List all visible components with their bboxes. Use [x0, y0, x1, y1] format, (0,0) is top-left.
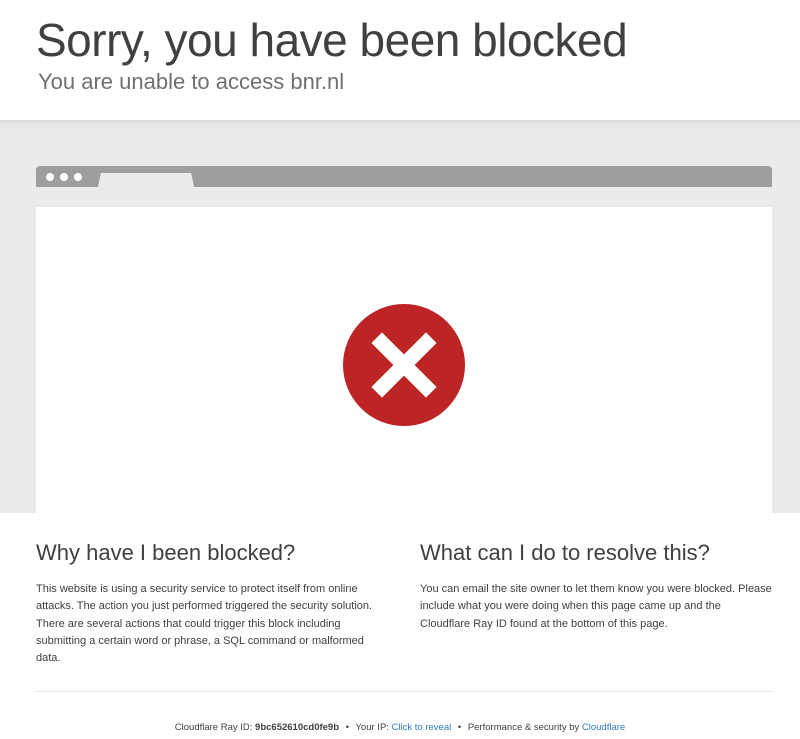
ip-label: Your IP:	[355, 722, 389, 734]
window-dot-icon	[74, 173, 82, 181]
performance-label: Performance & security by	[467, 722, 580, 734]
footer-divider	[36, 691, 772, 693]
illustration-band	[0, 120, 800, 513]
resolve-column: What can I do to resolve this? You can e…	[420, 537, 772, 667]
browser-tab	[98, 173, 194, 187]
window-dot-icon	[46, 173, 54, 181]
error-x-icon	[343, 304, 465, 426]
browser-illustration	[36, 166, 772, 513]
footer: Cloudflare Ray ID: 9bc652610cd0fe9b • Yo…	[0, 722, 800, 733]
page-title: Sorry, you have been blocked	[36, 14, 628, 66]
window-dot-icon	[60, 173, 68, 181]
footer-separator: •	[457, 722, 462, 734]
resolve-text: You can email the site owner to let them…	[420, 583, 772, 630]
page-header: Sorry, you have been blocked You are una…	[0, 0, 800, 120]
explanation-section: Why have I been blocked? This website is…	[0, 513, 800, 667]
footer-separator: •	[345, 722, 349, 734]
ray-id-label: Cloudflare Ray ID:	[174, 722, 253, 734]
resolve-heading: What can I do to resolve this?	[420, 540, 710, 565]
why-blocked-heading: Why have I been blocked?	[36, 540, 296, 565]
browser-toolbar	[36, 166, 772, 187]
reveal-ip-link[interactable]: Click to reveal	[392, 722, 452, 733]
why-blocked-text: This website is using a security service…	[36, 583, 373, 665]
why-blocked-column: Why have I been blocked? This website is…	[36, 537, 382, 667]
ray-id-value: 9bc652610cd0fe9b	[255, 722, 340, 734]
cloudflare-link[interactable]: Cloudflare	[582, 722, 625, 733]
page-subtitle: You are unable to access bnr.nl	[38, 69, 345, 94]
browser-viewport	[36, 207, 772, 513]
